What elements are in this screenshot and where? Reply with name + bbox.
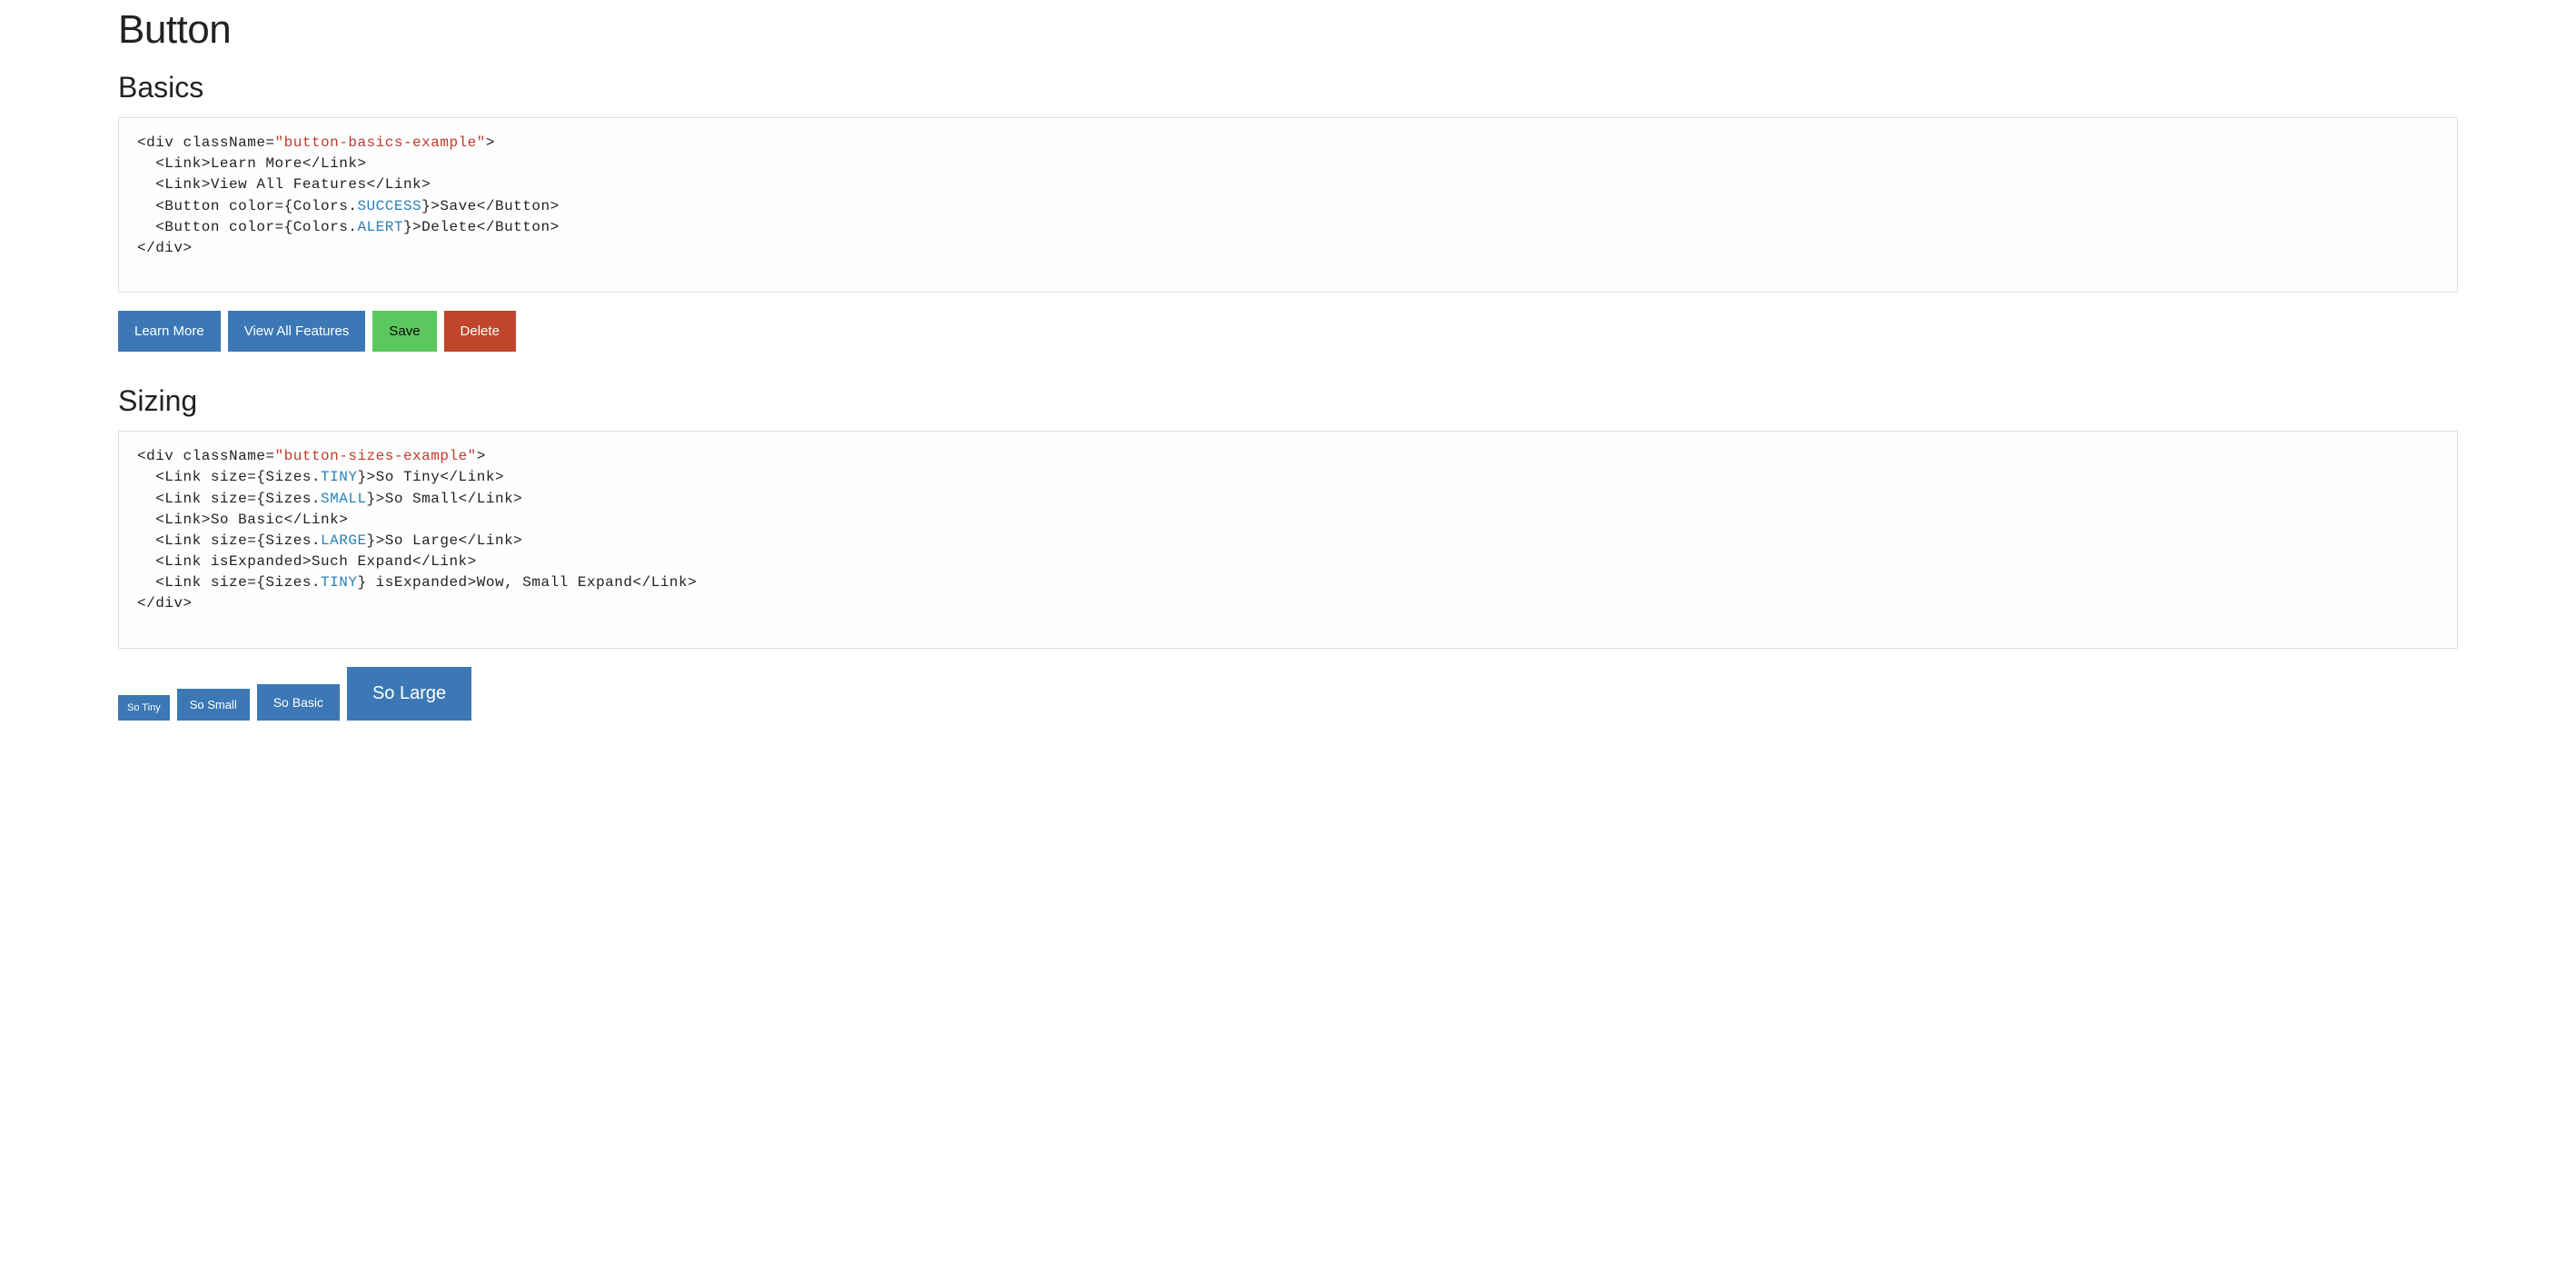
- code-block-sizing: <div className="button-sizes-example"> <…: [118, 431, 2458, 649]
- code-attr: SMALL: [321, 491, 367, 507]
- save-button[interactable]: Save: [372, 311, 436, 352]
- button-row-sizing: So Tiny So Small So Basic So Large: [118, 667, 2458, 721]
- code-text: >: [486, 134, 495, 151]
- code-string: "button-basics-example": [275, 134, 486, 151]
- code-text: <Link size={Sizes.: [137, 469, 321, 485]
- code-text: <Link>So Basic</Link>: [137, 512, 348, 528]
- so-basic-button[interactable]: So Basic: [257, 684, 340, 721]
- code-text: }>Save</Button>: [421, 198, 560, 214]
- code-text: }>Delete</Button>: [403, 219, 560, 235]
- code-text: </div>: [137, 595, 193, 612]
- code-text: <div className=: [137, 134, 275, 151]
- code-text: <Link>Learn More</Link>: [137, 155, 367, 172]
- code-attr: TINY: [321, 469, 357, 485]
- code-text: }>So Small</Link>: [367, 491, 523, 507]
- button-row-basics: Learn More View All Features Save Delete: [118, 311, 2458, 352]
- code-text: <Link size={Sizes.: [137, 532, 321, 549]
- code-block-basics: <div className="button-basics-example"> …: [118, 117, 2458, 293]
- code-attr: LARGE: [321, 532, 367, 549]
- so-tiny-button[interactable]: So Tiny: [118, 695, 170, 721]
- code-text: <Link size={Sizes.: [137, 491, 321, 507]
- code-text: <div className=: [137, 448, 275, 464]
- code-text: <Link isExpanded>Such Expand</Link>: [137, 553, 477, 570]
- code-attr: TINY: [321, 574, 357, 591]
- so-large-button[interactable]: So Large: [347, 667, 471, 721]
- so-small-button[interactable]: So Small: [177, 689, 250, 721]
- code-text: <Button color={Colors.: [137, 198, 357, 214]
- section-heading-basics: Basics: [118, 71, 2458, 104]
- code-text: } isExpanded>Wow, Small Expand</Link>: [357, 574, 697, 591]
- code-text: <Button color={Colors.: [137, 219, 357, 235]
- code-text: <Link size={Sizes.: [137, 574, 321, 591]
- code-text: </div>: [137, 240, 193, 256]
- code-text: <Link>View All Features</Link>: [137, 176, 431, 193]
- page-title: Button: [118, 7, 2458, 53]
- code-text: >: [477, 448, 486, 464]
- code-text: }>So Tiny</Link>: [357, 469, 504, 485]
- learn-more-button[interactable]: Learn More: [118, 311, 221, 352]
- code-attr: ALERT: [357, 219, 403, 235]
- section-heading-sizing: Sizing: [118, 384, 2458, 418]
- code-string: "button-sizes-example": [275, 448, 477, 464]
- view-all-features-button[interactable]: View All Features: [228, 311, 366, 352]
- code-text: }>So Large</Link>: [367, 532, 523, 549]
- code-attr: SUCCESS: [357, 198, 421, 214]
- delete-button[interactable]: Delete: [444, 311, 516, 352]
